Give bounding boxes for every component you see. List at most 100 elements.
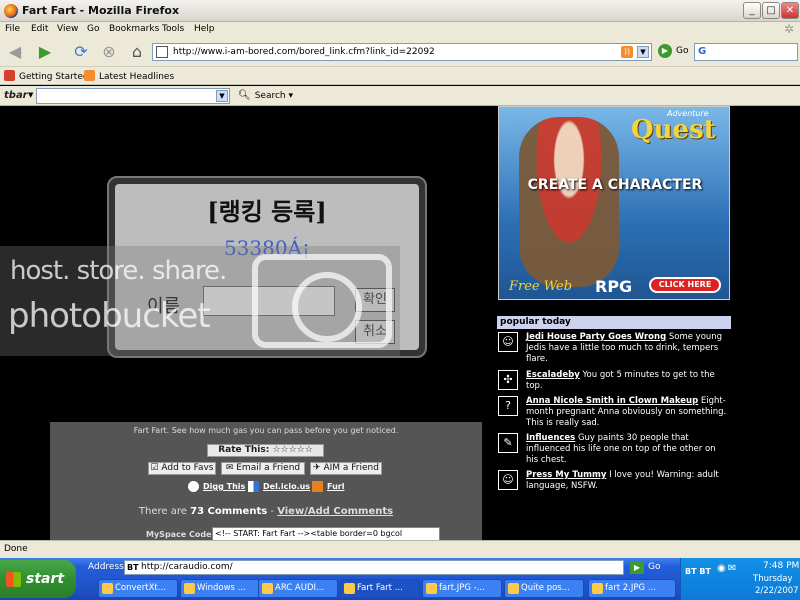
popular-item-link[interactable]: Escaladeby	[526, 370, 580, 380]
go-icon[interactable]: ▶	[630, 561, 644, 574]
firefox-icon	[344, 583, 355, 594]
photobucket-watermark: host. store. share. photobucket	[0, 246, 400, 356]
taskbar-item[interactable]: ConvertXt...	[98, 579, 178, 598]
menu-bar: File Edit View Go Bookmarks Tools Help ✲	[0, 22, 800, 37]
bookmark-getting-started[interactable]: Getting Started	[4, 70, 89, 82]
start-button[interactable]: start	[0, 560, 76, 598]
aim-label: AIM a Friend	[323, 463, 379, 473]
clock-day: Thursday	[753, 574, 793, 584]
taskbar-item-label: fart.JPG -...	[439, 583, 485, 593]
app-icon	[184, 583, 195, 594]
popular-item-link[interactable]: Anna Nicole Smith in Clown Makeup	[526, 396, 698, 406]
popular-item-link[interactable]: Press My Tummy	[526, 470, 606, 480]
comments-count: 73 Comments	[190, 506, 268, 517]
taskbar-item[interactable]: fart 2.JPG ...	[588, 579, 676, 598]
myspace-code-field[interactable]: <!-- START: Fart Fart --><table border=0…	[212, 527, 440, 540]
popular-item-text: Anna Nicole Smith in Clown Makeup Eight-…	[526, 396, 730, 429]
email-friend-button[interactable]: ✉ Email a Friend	[221, 462, 305, 475]
google-icon: G	[698, 46, 707, 57]
watermark-logo-text: photobucket	[8, 296, 211, 336]
popular-item-link[interactable]: Influences	[526, 433, 575, 443]
popular-item-text: Influences Guy paints 30 people that inf…	[526, 433, 730, 466]
navigation-bar: ◀ ▶ ⟳ ⊗ ⌂ http://www.i-am-bored.com/bore…	[0, 37, 800, 67]
menu-help[interactable]: Help	[194, 24, 215, 34]
go-icon[interactable]: ▶	[658, 44, 672, 58]
ad-quest-logo: Quest	[631, 115, 716, 145]
back-icon[interactable]: ◀	[4, 41, 26, 63]
chevron-down-icon[interactable]: ▼	[28, 91, 33, 99]
ad-character-illustration	[519, 117, 619, 287]
taskbar-item-label: ARC AUDI...	[275, 583, 325, 593]
delicious-link[interactable]: Del.icio.us	[263, 482, 310, 491]
ad-click-here-button[interactable]: CLICK HERE	[649, 277, 721, 293]
aim-friend-button[interactable]: ✈ AIM a Friend	[310, 462, 382, 475]
add-to-favs-button[interactable]: ☑ Add to Favs	[148, 462, 216, 475]
search-label: Search	[254, 91, 286, 101]
watermark-tagline: host. store. share.	[10, 256, 227, 286]
app-icon	[102, 583, 113, 594]
status-bar: Done	[0, 540, 800, 558]
puzzle-icon: ✣	[498, 370, 518, 390]
toolbar-search-input[interactable]: ▼	[36, 88, 230, 104]
search-icon: 🔍︎	[238, 90, 251, 101]
chevron-down-icon[interactable]: ▼	[637, 46, 649, 58]
menu-file[interactable]: File	[5, 24, 20, 34]
stop-icon[interactable]: ⊗	[98, 41, 120, 63]
brush-icon: ✎	[498, 433, 518, 453]
home-icon[interactable]: ⌂	[126, 41, 148, 63]
clock-time[interactable]: 7:48 PM	[763, 561, 799, 571]
taskbar-go-button[interactable]: Go	[648, 562, 660, 572]
menu-tools[interactable]: Tools	[162, 24, 184, 34]
close-button[interactable]: ✕	[781, 2, 799, 19]
menu-go[interactable]: Go	[87, 24, 99, 34]
search-toolbar: tbar ▼ ▼ 🔍︎ Search ▾	[0, 86, 800, 106]
taskbar-item[interactable]: ARC AUDI...	[258, 579, 338, 598]
page-content: [랭킹 등록] 53380Á¡ 이름 확인 취소 Fart Fart. See …	[0, 106, 800, 540]
tray-bt-label[interactable]: BT BT	[685, 567, 711, 576]
maximize-button[interactable]: □	[762, 2, 780, 19]
smiley-icon: ☺	[498, 470, 518, 490]
minimize-button[interactable]: _	[743, 2, 761, 19]
tray-icons[interactable]: ◉✉	[717, 563, 738, 574]
taskbar: start Address BT http://caraudio.com/ ▶ …	[0, 558, 800, 600]
menu-edit[interactable]: Edit	[31, 24, 48, 34]
digg-link[interactable]: Digg This	[203, 482, 245, 491]
taskbar-item[interactable]: Windows ...	[180, 579, 260, 598]
url-input[interactable]: http://www.i-am-bored.com/bored_link.cfm…	[152, 43, 652, 61]
toolbar-search-button[interactable]: 🔍︎ Search ▾	[238, 90, 293, 101]
taskbar-item-label: Quite pos...	[521, 583, 570, 593]
toolbar-logo[interactable]: tbar	[4, 90, 28, 101]
menu-view[interactable]: View	[57, 24, 78, 34]
taskbar-item-active[interactable]: Fart Fart ...	[340, 579, 420, 598]
taskbar-item[interactable]: Quite pos...	[504, 579, 584, 598]
ad-freeweb-text: Free Web	[509, 279, 573, 294]
delicious-icon	[248, 481, 259, 492]
bookmark-label: Latest Headlines	[99, 72, 175, 82]
ranking-title: [랭킹 등록]	[207, 197, 327, 226]
bookmark-latest-headlines[interactable]: Latest Headlines	[84, 70, 174, 82]
popular-item-link[interactable]: Jedi House Party Goes Wrong	[526, 332, 666, 342]
app-icon	[262, 583, 273, 594]
windows-logo-icon	[6, 572, 21, 587]
app-icon	[508, 583, 519, 594]
popular-item-text: Escaladeby You got 5 minutes to get to t…	[526, 370, 730, 392]
ad-headline: CREATE A CHARACTER	[527, 177, 703, 193]
rate-button[interactable]: Rate This: ☆☆☆☆☆	[207, 444, 324, 457]
menu-bookmarks[interactable]: Bookmarks	[109, 24, 159, 34]
reload-icon[interactable]: ⟳	[70, 41, 92, 63]
search-input[interactable]: G	[694, 43, 798, 61]
taskbar-address-input[interactable]: BT http://caraudio.com/	[124, 560, 624, 575]
rss-icon[interactable]: ))	[621, 46, 633, 58]
adventure-quest-ad[interactable]: Adventure Quest CREATE A CHARACTER Free …	[498, 106, 730, 300]
popular-item-text: Jedi House Party Goes Wrong Some young J…	[526, 332, 730, 365]
chevron-down-icon[interactable]: ▼	[216, 90, 228, 102]
page-favicon-icon	[156, 46, 168, 58]
furl-link[interactable]: Furl	[327, 482, 344, 491]
app-icon	[592, 583, 603, 594]
view-comments-link[interactable]: View/Add Comments	[277, 506, 393, 517]
forward-icon[interactable]: ▶	[34, 41, 56, 63]
taskbar-item[interactable]: fart.JPG -...	[422, 579, 502, 598]
go-button[interactable]: Go	[676, 46, 688, 56]
bookmarks-bar: Getting Started Latest Headlines	[0, 67, 800, 85]
throbber-icon: ✲	[783, 22, 794, 36]
